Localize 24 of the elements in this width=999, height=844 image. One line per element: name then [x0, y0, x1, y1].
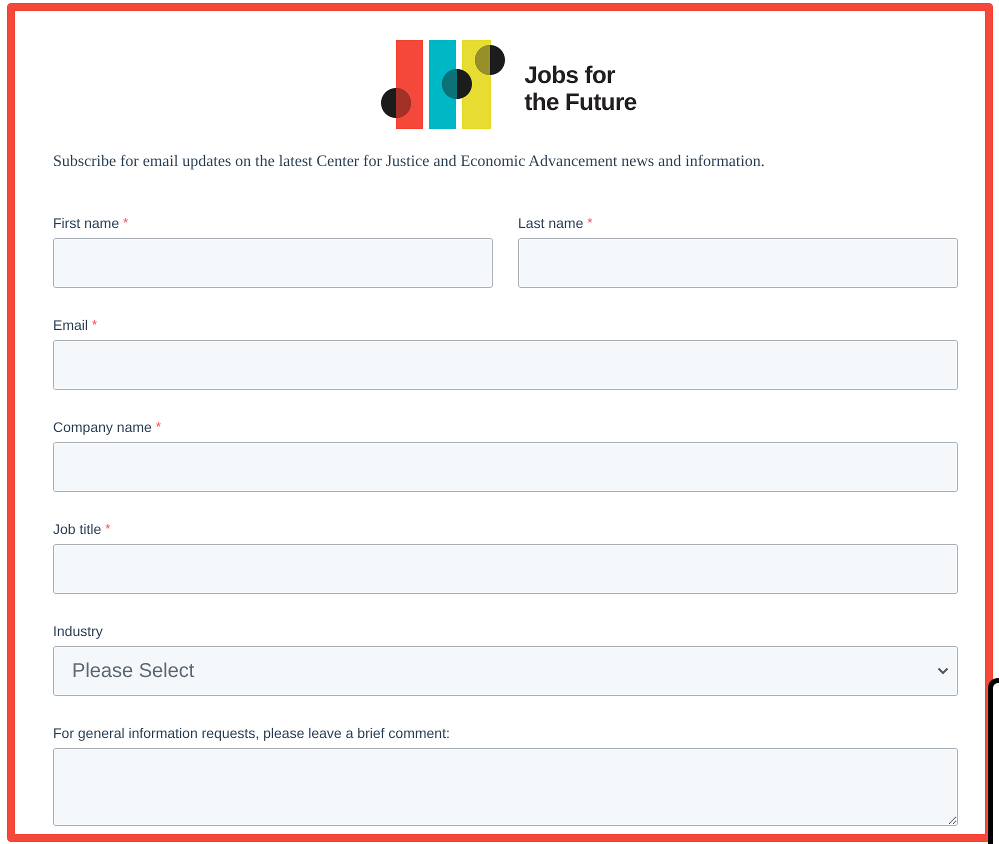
field-label: First name	[53, 214, 120, 232]
required-mark: *	[587, 214, 592, 232]
input-field[interactable]	[53, 340, 958, 390]
logo-text: Jobs for	[524, 62, 616, 89]
input-field[interactable]	[518, 238, 958, 288]
input-field[interactable]	[53, 544, 958, 594]
logo-icon	[380, 40, 506, 130]
field-label: Job title	[53, 520, 102, 538]
field-label: Email	[53, 316, 88, 334]
required-mark: *	[123, 214, 128, 232]
input-field[interactable]	[53, 442, 958, 492]
field-label: Last name	[518, 214, 584, 232]
field-label: Company name	[53, 418, 152, 437]
required-mark: *	[156, 418, 161, 436]
input-field[interactable]	[53, 238, 493, 288]
industry-dropdown[interactable]: Please Select	[53, 646, 958, 696]
intro-text: Subscribe for email updates on the latest Center for Justice and Economic Advancement news and information.	[53, 152, 766, 172]
logo-text: the Future	[524, 89, 637, 116]
field-label: For general information requests, please leave a brief comment:	[53, 724, 450, 743]
required-mark: *	[92, 316, 98, 334]
required-mark: *	[105, 520, 110, 538]
comment-field[interactable]	[53, 748, 958, 826]
chevron-down-icon	[937, 667, 949, 675]
field-label: Industry	[53, 622, 103, 641]
